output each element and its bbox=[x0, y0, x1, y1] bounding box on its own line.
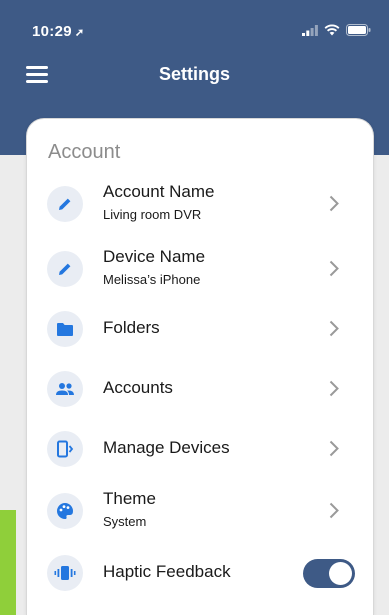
toggle-knob bbox=[329, 562, 352, 585]
setting-theme[interactable]: Theme System bbox=[27, 481, 373, 541]
setting-accounts[interactable]: Accounts bbox=[27, 359, 373, 419]
chevron-right-icon bbox=[329, 320, 339, 337]
haptic-feedback-toggle[interactable] bbox=[303, 559, 355, 588]
folder-icon bbox=[47, 311, 83, 347]
status-time: 10:29 ➚ bbox=[32, 23, 84, 40]
setting-title: Device Name bbox=[103, 247, 206, 266]
setting-folders[interactable]: Folders bbox=[27, 299, 373, 359]
device-sync-icon bbox=[47, 431, 83, 467]
setting-manage-devices[interactable]: Manage Devices bbox=[27, 419, 373, 479]
setting-account-name[interactable]: Account Name Living room DVR bbox=[27, 174, 373, 234]
page-title: Settings bbox=[158, 64, 230, 84]
setting-title: Accounts bbox=[103, 378, 173, 397]
cellular-signal-icon bbox=[302, 24, 318, 36]
section-title-account: Account bbox=[48, 141, 121, 163]
battery-icon bbox=[346, 24, 371, 36]
navigation-bar: Settings bbox=[0, 58, 389, 94]
setting-title: Theme bbox=[103, 489, 156, 508]
setting-subtitle: System bbox=[103, 514, 147, 529]
chevron-right-icon bbox=[329, 502, 339, 519]
chevron-right-icon bbox=[329, 195, 339, 212]
setting-title: Account Name bbox=[103, 182, 215, 201]
setting-device-name[interactable]: Device Name Melissa’s iPhone bbox=[27, 239, 373, 299]
chevron-right-icon bbox=[329, 440, 339, 457]
settings-card: Account Account Name Living room DVR Dev… bbox=[26, 118, 374, 615]
location-arrow-icon: ➚ bbox=[74, 27, 85, 39]
status-bar: 10:29 ➚ bbox=[0, 0, 389, 48]
pencil-icon bbox=[47, 186, 83, 222]
setting-subtitle: Melissa’s iPhone bbox=[103, 272, 201, 287]
chevron-right-icon bbox=[329, 380, 339, 397]
setting-haptic-feedback: Haptic Feedback bbox=[27, 543, 373, 603]
status-icons bbox=[302, 24, 371, 36]
setting-title: Haptic Feedback bbox=[103, 562, 231, 581]
setting-title: Folders bbox=[103, 318, 160, 337]
wifi-icon bbox=[324, 24, 340, 36]
setting-title: Manage Devices bbox=[103, 438, 230, 457]
time-text: 10:29 bbox=[32, 23, 72, 40]
pencil-icon bbox=[47, 251, 83, 287]
setting-subtitle: Living room DVR bbox=[103, 207, 202, 222]
vibration-icon bbox=[47, 555, 83, 591]
chevron-right-icon bbox=[329, 260, 339, 277]
background-accent bbox=[0, 510, 16, 615]
people-icon bbox=[47, 371, 83, 407]
palette-icon bbox=[47, 493, 83, 529]
